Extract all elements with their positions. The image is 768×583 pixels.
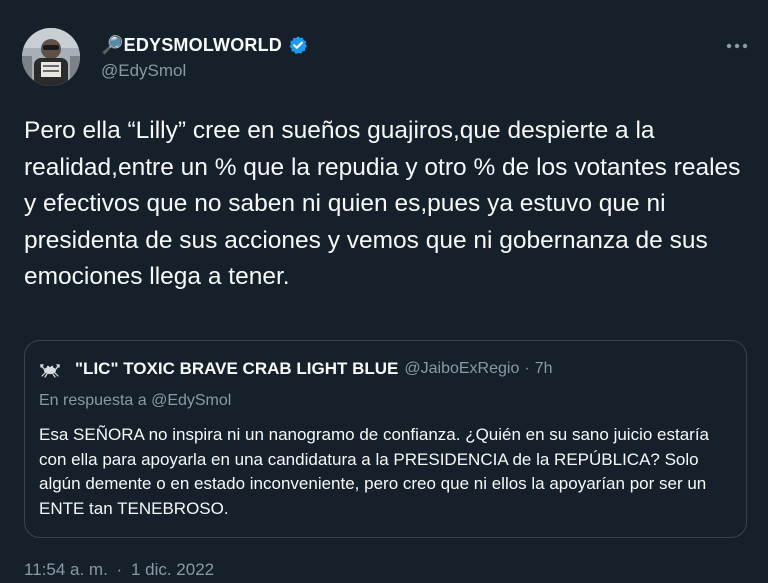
author-handle[interactable]: @EdySmol [101,61,308,81]
tweet-card: 🔎EDYSMOLWORLD @EdySmol Pero ella “Lilly”… [0,0,768,583]
verified-badge-icon [288,35,308,55]
quoted-tweet[interactable]: "LIC" TOXIC BRAVE CRAB LIGHT BLUE @Jaibo… [24,340,747,538]
avatar-photo [22,28,80,86]
crab-avatar-icon [39,358,61,380]
more-options-icon [726,43,748,49]
tweet-timestamp[interactable]: 11:54 a. m. · 1 dic. 2022 [24,560,214,580]
quoted-tweet-text: Esa SEÑORA no inspira ni un nanogramo de… [39,425,709,518]
display-name-row: 🔎EDYSMOLWORLD [101,33,308,57]
tweet-text: Pero ella “Lilly” cree en sueños guajiro… [24,117,741,291]
quoted-timestamp[interactable]: 7h [535,360,553,378]
quoted-separator: · [524,360,530,377]
more-options-button[interactable] [722,38,752,54]
timestamp-separator: · [116,560,123,579]
author-display-name[interactable]: 🔎EDYSMOLWORLD [101,35,282,56]
quoted-reply-context: En respuesta a @EdySmol [39,392,232,409]
tweet-time[interactable]: 11:54 a. m. [24,560,108,579]
quoted-author-display-name[interactable]: "LIC" TOXIC BRAVE CRAB LIGHT BLUE [75,359,398,379]
tweet-date[interactable]: 1 dic. 2022 [131,560,214,579]
author-avatar[interactable] [22,28,80,86]
author-info: 🔎EDYSMOLWORLD @EdySmol [101,33,308,81]
quoted-tweet-header: "LIC" TOXIC BRAVE CRAB LIGHT BLUE @Jaibo… [39,358,552,380]
quoted-author-handle[interactable]: @JaiboExRegio [404,360,519,378]
quoted-author-avatar[interactable] [39,358,61,380]
